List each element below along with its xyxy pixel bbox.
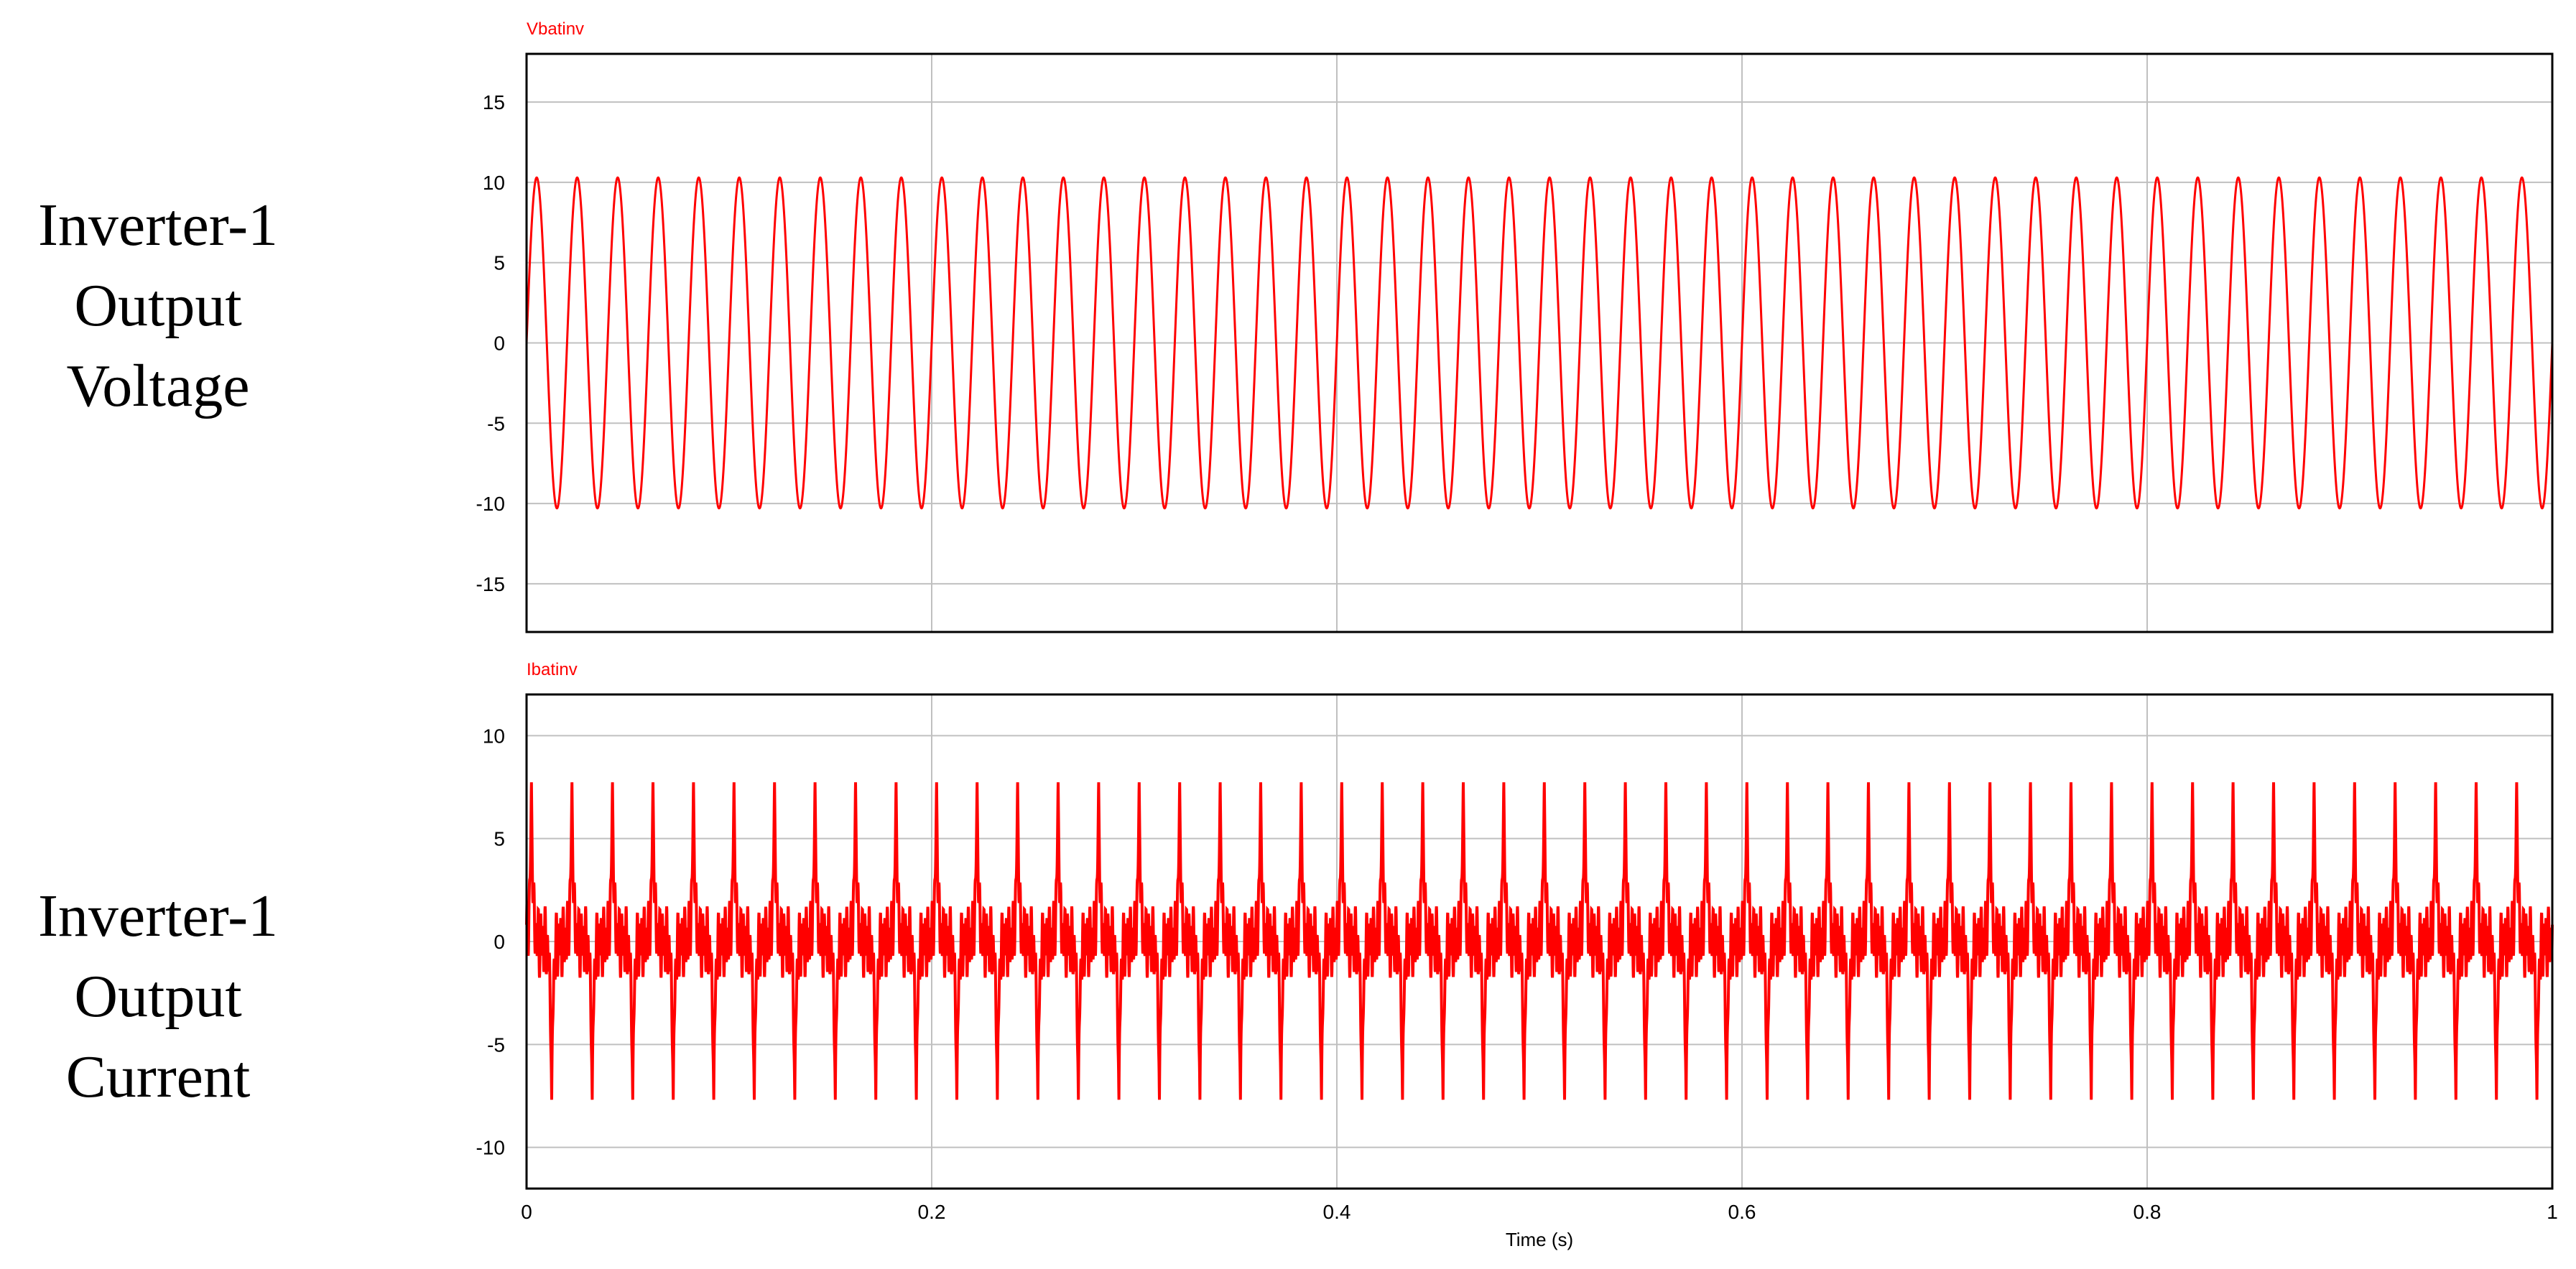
x-axis-label: Time (s) — [1506, 1229, 1573, 1250]
y-tick-label: 15 — [483, 91, 505, 113]
x-tick-label: 1 — [2547, 1201, 2558, 1223]
series-title: Ibatinv — [527, 660, 578, 679]
y-tick-label: 0 — [494, 931, 505, 953]
waveform-charts: 15 10 5 0 -5 -10 -15 Vbatinv 10 5 0 -5 -10 Ibatinv 0 0… — [476, 19, 2558, 1250]
y-tick-label: 5 — [494, 252, 505, 274]
y-tick-label: -10 — [476, 1137, 505, 1159]
x-tick-label: 0 — [521, 1201, 532, 1223]
y-tick-label: -15 — [476, 573, 505, 595]
series-title: Vbatinv — [527, 19, 584, 39]
y-tick-label: -5 — [487, 412, 505, 434]
x-tick-label: 0.6 — [1728, 1201, 1756, 1223]
y-tick-label: 10 — [483, 172, 505, 194]
x-tick-label: 0.8 — [2133, 1201, 2162, 1223]
current-plot: 10 5 0 -5 -10 Ibatinv 0 0.2 0.4 0.6 0.8 1 — [476, 660, 2558, 1223]
x-tick-label: 0.2 — [918, 1201, 946, 1223]
y-tick-label: 10 — [483, 725, 505, 747]
y-tick-label: 0 — [494, 333, 505, 355]
y-tick-label: -10 — [476, 493, 505, 515]
y-tick-label: 5 — [494, 828, 505, 850]
x-tick-label: 0.4 — [1323, 1201, 1351, 1223]
y-tick-label: -5 — [487, 1033, 505, 1056]
voltage-plot: 15 10 5 0 -5 -10 -15 Vbatinv — [476, 19, 2554, 633]
